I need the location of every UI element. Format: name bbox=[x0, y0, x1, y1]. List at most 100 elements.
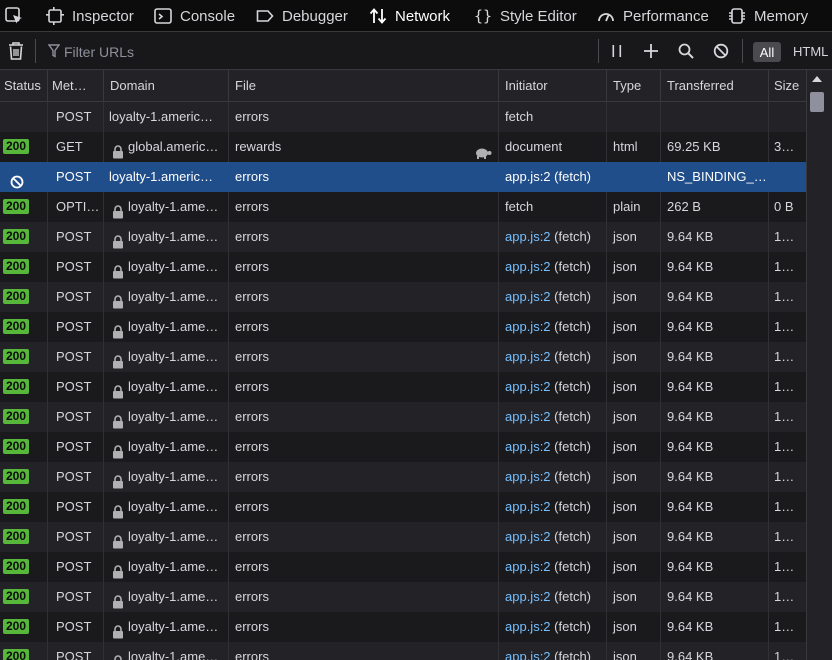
cell-size: 1… bbox=[774, 229, 795, 244]
table-row[interactable]: 200 POST loyalty-1.ame… errors app.js:2 (fet… bbox=[0, 492, 806, 522]
search-icon[interactable] bbox=[677, 42, 695, 60]
tab-performance[interactable]: Performance bbox=[597, 0, 709, 32]
table-row[interactable]: 200 POST loyalty-1.ame… errors app.js:2 (fet… bbox=[0, 342, 806, 372]
tab-memory[interactable]: Memory bbox=[728, 0, 808, 32]
file-text: errors bbox=[235, 499, 269, 514]
initiator-link[interactable]: app.js:2 bbox=[505, 259, 551, 274]
scroll-up-arrow-icon[interactable] bbox=[812, 76, 822, 82]
initiator-link[interactable]: app.js:2 bbox=[505, 649, 551, 660]
add-request-icon[interactable] bbox=[642, 42, 660, 60]
cell-transferred: 9.64 KB bbox=[661, 492, 769, 522]
status-badge: 200 bbox=[3, 589, 30, 604]
cell-size: 1… bbox=[774, 319, 795, 334]
table-row[interactable]: 200 POST loyalty-1.ame… errors app.js:2 (fet… bbox=[0, 642, 806, 660]
pause-icon[interactable] bbox=[609, 42, 625, 60]
cell-file: errors bbox=[229, 492, 499, 522]
column-method[interactable]: Met… bbox=[48, 70, 104, 101]
tab-debugger[interactable]: Debugger bbox=[256, 0, 348, 32]
column-size[interactable]: Size bbox=[769, 70, 806, 101]
table-row[interactable]: 200 POST loyalty-1.ame… errors app.js:2 (fet… bbox=[0, 582, 806, 612]
table-row[interactable]: 200 POST loyalty-1.ame… errors app.js:2 (fet… bbox=[0, 462, 806, 492]
cell-transferred: 69.25 KB bbox=[661, 132, 769, 162]
tab-inspector[interactable]: Inspector bbox=[46, 0, 134, 32]
blocked-icon bbox=[10, 170, 24, 192]
table-row[interactable]: 200 POST loyalty-1.ame… errors app.js:2 (fet… bbox=[0, 282, 806, 312]
trash-icon[interactable] bbox=[6, 41, 26, 61]
tab-console[interactable]: Console bbox=[154, 0, 235, 32]
scrollbar-thumb[interactable] bbox=[810, 92, 824, 112]
domain-text: loyalty-1.ame… bbox=[128, 439, 219, 454]
column-status[interactable]: Status bbox=[0, 70, 48, 101]
column-transferred[interactable]: Transferred bbox=[661, 70, 769, 101]
table-row[interactable]: 200 POST loyalty-1.ame… errors app.js:2 (fet… bbox=[0, 372, 806, 402]
initiator-link[interactable]: app.js:2 bbox=[505, 469, 551, 484]
toolbar-separator bbox=[742, 39, 743, 63]
initiator-link[interactable]: app.js:2 bbox=[505, 349, 551, 364]
scrollbar-track[interactable] bbox=[806, 70, 832, 660]
initiator-link[interactable]: app.js:2 bbox=[505, 529, 551, 544]
table-row[interactable]: 200 OPTI… loyalty-1.ame… errors fetch plain 26… bbox=[0, 192, 806, 222]
cell-initiator: app.js:2 (fetch) bbox=[499, 462, 607, 492]
domain-text: loyalty-1.ame… bbox=[128, 379, 219, 394]
file-text: errors bbox=[235, 409, 269, 424]
file-text: errors bbox=[235, 559, 269, 574]
domain-text: loyalty-1.ame… bbox=[128, 649, 219, 660]
lock-icon bbox=[112, 380, 124, 399]
cell-domain: loyalty-1.ame… bbox=[104, 612, 229, 642]
cell-transferred: 9.64 KB bbox=[661, 282, 769, 312]
table-row[interactable]: 200 POST loyalty-1.ame… errors app.js:2 (fet… bbox=[0, 432, 806, 462]
initiator-link[interactable]: app.js:2 bbox=[505, 289, 551, 304]
cell-file: errors bbox=[229, 552, 499, 582]
cell-transferred: 9.64 KB bbox=[661, 342, 769, 372]
column-file[interactable]: File bbox=[229, 70, 499, 101]
table-row[interactable]: 200 POST loyalty-1.ame… errors app.js:2 (fet… bbox=[0, 612, 806, 642]
table-row[interactable]: 200 GET global.americ… rewards document html 6… bbox=[0, 132, 806, 162]
initiator-link[interactable]: app.js:2 bbox=[505, 169, 551, 184]
table-row[interactable]: POST loyalty-1.americ… errors fetch bbox=[0, 102, 806, 132]
initiator-link[interactable]: app.js:2 bbox=[505, 379, 551, 394]
file-text: errors bbox=[235, 349, 269, 364]
initiator-link[interactable]: app.js:2 bbox=[505, 499, 551, 514]
table-row[interactable]: 200 POST loyalty-1.ame… errors app.js:2 (fet… bbox=[0, 552, 806, 582]
file-text: errors bbox=[235, 649, 269, 660]
table-row[interactable]: POST loyalty-1.americ… errors app.js:2 (fet… bbox=[0, 162, 806, 192]
column-initiator[interactable]: Initiator bbox=[499, 70, 607, 101]
cell-transferred: 9.64 KB bbox=[661, 432, 769, 462]
filter-all-button[interactable]: All bbox=[753, 42, 781, 62]
initiator-cause: (fetch) bbox=[554, 469, 592, 484]
table-row[interactable]: 200 POST loyalty-1.ame… errors app.js:2 (fet… bbox=[0, 222, 806, 252]
table-row[interactable]: 200 POST loyalty-1.ame… errors app.js:2 (fet… bbox=[0, 252, 806, 282]
cell-size: 1… bbox=[774, 499, 795, 514]
tab-style-editor[interactable]: {} Style Editor bbox=[474, 0, 577, 32]
column-type[interactable]: Type bbox=[607, 70, 661, 101]
cell-type: json bbox=[607, 492, 661, 522]
cell-status: 200 bbox=[0, 342, 48, 372]
initiator-link[interactable]: app.js:2 bbox=[505, 559, 551, 574]
cell-method: POST bbox=[48, 552, 104, 582]
element-picker-icon[interactable] bbox=[4, 6, 24, 26]
cell-method: POST bbox=[48, 402, 104, 432]
lock-icon bbox=[112, 470, 124, 489]
filter-html-button[interactable]: HTML bbox=[793, 42, 828, 62]
table-row[interactable]: 200 POST loyalty-1.ame… errors app.js:2 (fet… bbox=[0, 522, 806, 552]
initiator-link[interactable]: app.js:2 bbox=[505, 319, 551, 334]
initiator-link[interactable]: app.js:2 bbox=[505, 589, 551, 604]
table-row[interactable]: 200 POST loyalty-1.ame… errors app.js:2 (fet… bbox=[0, 402, 806, 432]
lock-icon bbox=[112, 590, 124, 609]
initiator-link[interactable]: app.js:2 bbox=[505, 439, 551, 454]
cell-file: errors bbox=[229, 162, 499, 192]
initiator-cause: (fetch) bbox=[554, 439, 592, 454]
status-badge: 200 bbox=[3, 469, 30, 484]
column-domain[interactable]: Domain bbox=[104, 70, 229, 101]
status-badge: 200 bbox=[3, 259, 30, 274]
initiator-link[interactable]: app.js:2 bbox=[505, 229, 551, 244]
block-icon[interactable] bbox=[712, 42, 730, 60]
table-row[interactable]: 200 POST loyalty-1.ame… errors app.js:2 (fet… bbox=[0, 312, 806, 342]
filter-urls-input[interactable] bbox=[60, 44, 364, 60]
initiator-link[interactable]: app.js:2 bbox=[505, 619, 551, 634]
status-badge: 200 bbox=[3, 349, 30, 364]
tab-network[interactable]: Network bbox=[369, 0, 450, 32]
initiator-link[interactable]: app.js:2 bbox=[505, 409, 551, 424]
file-text: errors bbox=[235, 439, 269, 454]
file-text: errors bbox=[235, 529, 269, 544]
